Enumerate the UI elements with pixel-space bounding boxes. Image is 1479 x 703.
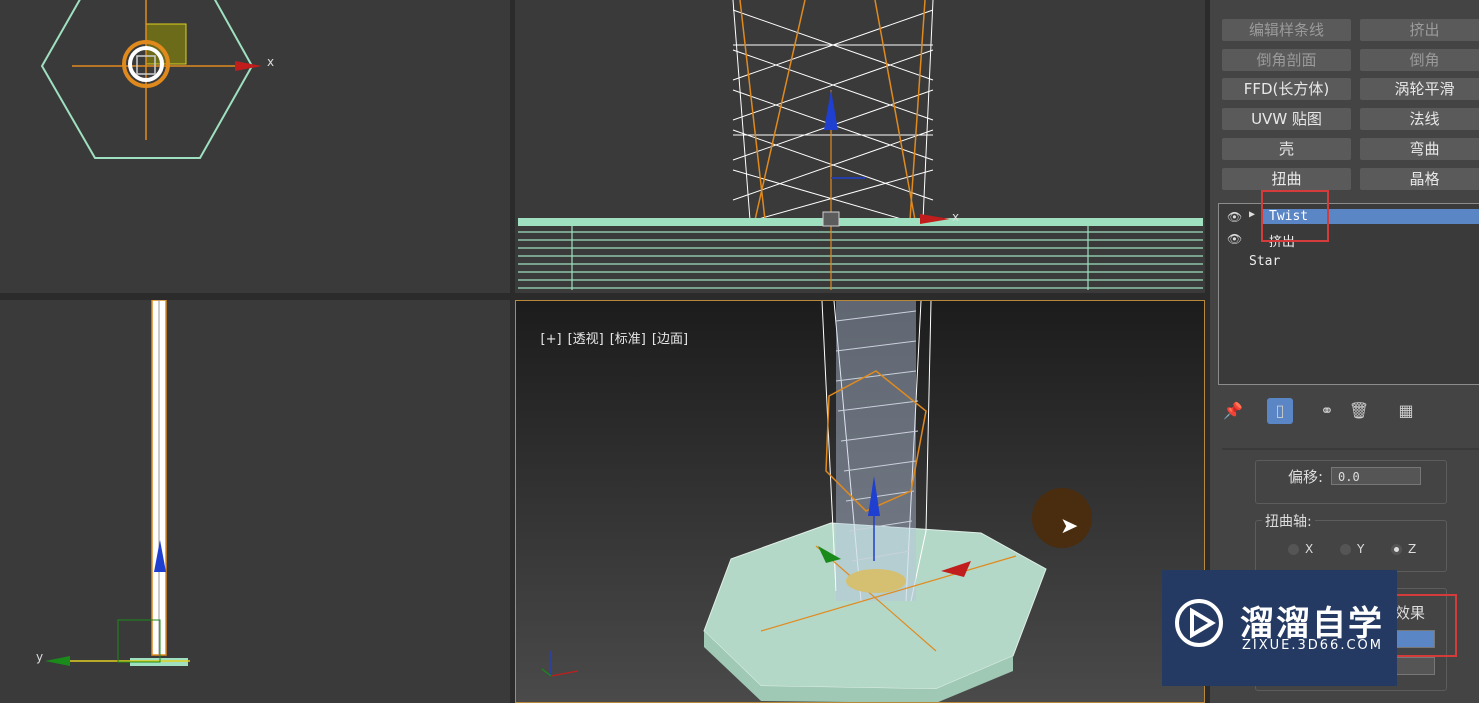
modifier-button-lattice[interactable]: 晶格 [1360,168,1479,190]
modifier-button-edit-spline[interactable]: 编辑样条线 [1222,19,1351,41]
highlight-box [1395,594,1457,657]
expand-arrow-icon[interactable]: ▶ [1249,209,1255,220]
configure-sets-icon[interactable]: ▦ [1393,398,1419,424]
radio-axis-z[interactable]: Z [1391,542,1416,556]
top-view-scene [40,0,262,159]
modifier-button-uvw-map[interactable]: UVW 贴图 [1222,108,1351,130]
modifier-button-twist[interactable]: 扭曲 [1222,168,1351,190]
modifier-button-turbosmooth[interactable]: 涡轮平滑 [1360,78,1479,100]
left-view-scene [45,300,190,666]
stack-item-twist[interactable]: 👁 ▶ Twist [1219,206,1479,228]
axis-x-label: x [952,210,960,224]
remove-modifier-icon[interactable]: 🗑 [1346,398,1372,424]
brand-logo-icon [1175,599,1223,647]
front-view-scene [518,0,1203,290]
mouse-cursor-icon: ➤ [1060,514,1079,539]
modifier-button-shell[interactable]: 壳 [1222,138,1351,160]
viewport-top[interactable]: x [0,0,510,293]
modifier-button-normal[interactable]: 法线 [1360,108,1479,130]
offset-label: 偏移: [1288,468,1324,486]
offset-spinner[interactable]: 0.0 [1331,467,1421,485]
make-unique-icon[interactable]: ⚭ [1314,398,1340,424]
viewport-front[interactable]: x [515,0,1205,293]
modifier-button-ffd-box[interactable]: FFD(长方体) [1222,78,1351,100]
modifier-button-bevel-profile[interactable]: 倒角剖面 [1222,49,1351,71]
viewport-perspective[interactable]: [+] [透视] [标准] [边面] [515,300,1205,703]
eye-icon[interactable]: 👁 [1227,232,1242,246]
highlight-box [1261,190,1329,242]
modifier-stack-list[interactable]: 👁 ▶ Twist 👁 挤出 Star [1218,203,1479,385]
pin-stack-icon[interactable]: 📌 [1220,398,1246,424]
radio-axis-x[interactable]: X [1288,542,1313,556]
modifier-button-extrude[interactable]: 挤出 [1360,19,1479,41]
axis-y-label: y [36,650,44,664]
watermark: 溜溜自学 ZIXUE.3D66.COM [1162,570,1397,686]
modifier-button-bevel[interactable]: 倒角 [1360,49,1479,71]
axis-x-label: x [267,55,275,69]
twist-axis-label: 扭曲轴: [1262,511,1315,531]
stack-item-extrude[interactable]: 👁 挤出 [1219,228,1479,250]
viewport-left[interactable]: y [0,300,510,703]
stack-item-star[interactable]: Star [1219,251,1479,273]
eye-icon[interactable]: 👁 [1227,210,1242,224]
divider [1222,448,1479,450]
watermark-url: ZIXUE.3D66.COM [1242,638,1383,653]
radio-axis-y[interactable]: Y [1340,542,1364,556]
modifier-button-bend[interactable]: 弯曲 [1360,138,1479,160]
show-end-result-icon[interactable]: ▯ [1267,398,1293,424]
perspective-scene [541,301,1047,702]
